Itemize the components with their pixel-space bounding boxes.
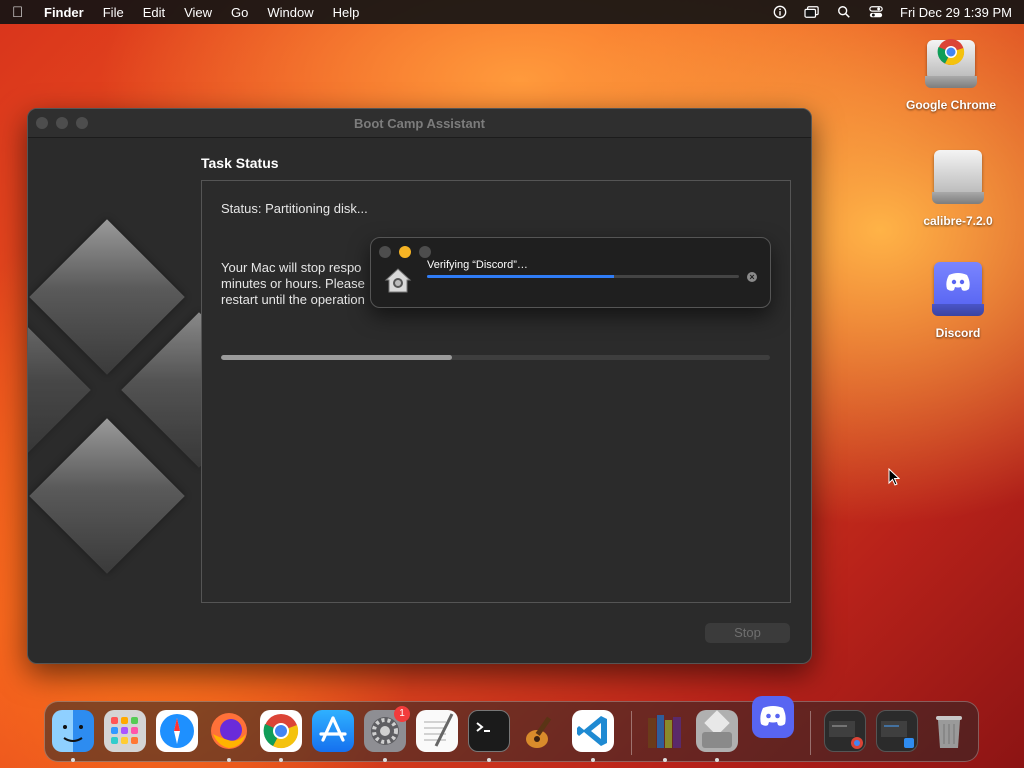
dock-calibre-icon[interactable] (644, 710, 686, 752)
dock-chrome-icon[interactable] (260, 710, 302, 752)
window-titlebar[interactable]: Boot Camp Assistant (28, 109, 811, 138)
dock-garageband-icon[interactable] (520, 710, 562, 752)
dock-minimized-window-1-icon[interactable] (824, 710, 866, 752)
menu-bar:  Finder File Edit View Go Window Help F… (0, 0, 1024, 24)
dock-running-indicator (71, 758, 75, 762)
dock-launchpad-icon[interactable] (104, 710, 146, 752)
notification-badge: 1 (394, 706, 410, 722)
dock-running-indicator (383, 758, 387, 762)
dock-running-indicator (715, 758, 719, 762)
close-button[interactable] (379, 246, 391, 258)
menu-edit[interactable]: Edit (143, 5, 165, 20)
chrome-drive-icon (923, 32, 979, 92)
menu-file[interactable]: File (103, 5, 124, 20)
window-stack-icon[interactable] (804, 5, 820, 19)
stop-button[interactable]: Stop (705, 623, 790, 643)
warning-line: Your Mac will stop respo (221, 260, 362, 275)
window-title: Boot Camp Assistant (354, 116, 485, 131)
drive-icon (930, 148, 986, 208)
desktop-icon-calibre[interactable]: calibre-7.2.0 (903, 148, 1013, 228)
dock-boot-camp-assistant-icon[interactable] (696, 710, 738, 752)
dock-safari-icon[interactable] (156, 710, 198, 752)
boot-camp-window: Boot Camp Assistant Task Status Status: … (27, 108, 812, 664)
verifying-dialog: Verifying “Discord”… × (370, 237, 771, 308)
zoom-button[interactable] (419, 246, 431, 258)
discord-drive-icon (930, 260, 986, 320)
info-icon[interactable] (772, 5, 788, 19)
menu-help[interactable]: Help (333, 5, 360, 20)
dock-textedit-icon[interactable] (416, 710, 458, 752)
mouse-cursor-icon (888, 468, 900, 486)
dock-terminal-icon[interactable] (468, 710, 510, 752)
desktop-icon-label: Discord (935, 326, 981, 340)
warning-text: Your Mac will stop respo minutes or hour… (221, 260, 371, 308)
dock-running-indicator (279, 758, 283, 762)
menu-window[interactable]: Window (267, 5, 313, 20)
desktop-icon-discord[interactable]: Discord (903, 260, 1013, 340)
task-status-title: Task Status (201, 155, 279, 171)
control-center-icon[interactable] (868, 5, 884, 19)
gatekeeper-house-icon (384, 268, 412, 293)
minimize-button[interactable] (399, 246, 411, 258)
verifying-label: Verifying “Discord”… (427, 259, 528, 271)
partition-progress-fill (221, 355, 452, 360)
dock-minimized-window-2-icon[interactable] (876, 710, 918, 752)
desktop-icon-label: calibre-7.2.0 (923, 214, 993, 228)
dock-separator (631, 711, 632, 755)
desktop-icon-google-chrome[interactable]: Google Chrome (896, 32, 1006, 112)
cancel-verify-icon[interactable]: × (747, 272, 757, 282)
menu-view[interactable]: View (184, 5, 212, 20)
status-text: Status: Partitioning disk... (221, 201, 368, 216)
dock-running-indicator (487, 758, 491, 762)
warning-line: restart until the operation (221, 292, 365, 307)
dock-finder-icon[interactable] (52, 710, 94, 752)
dock-trash-icon[interactable] (928, 710, 970, 752)
dock-discord-icon[interactable] (752, 696, 794, 738)
dock-running-indicator (227, 758, 231, 762)
dock: 1 (44, 696, 979, 762)
apple-menu-icon[interactable]:  (12, 4, 34, 21)
dock-firefox-icon[interactable] (208, 710, 250, 752)
dock-app-store-icon[interactable] (312, 710, 354, 752)
dock-system-settings-icon[interactable]: 1 (364, 706, 410, 752)
warning-line: minutes or hours. Please (221, 276, 365, 291)
dock-separator (810, 711, 811, 755)
spotlight-search-icon[interactable] (836, 5, 852, 19)
verifying-progress-bar (427, 275, 739, 278)
dock-running-indicator (591, 758, 595, 762)
menu-go[interactable]: Go (231, 5, 248, 20)
desktop-icon-label: Google Chrome (905, 98, 996, 112)
dialog-window-controls (379, 246, 431, 258)
menubar-clock[interactable]: Fri Dec 29 1:39 PM (900, 5, 1012, 20)
menubar-status-area: Fri Dec 29 1:39 PM (772, 5, 1012, 20)
verifying-progress-fill (427, 275, 615, 278)
partition-progress-bar (221, 355, 770, 360)
dock-running-indicator (663, 758, 667, 762)
menu-app-finder[interactable]: Finder (44, 5, 84, 20)
dock-vscode-icon[interactable] (572, 710, 614, 752)
